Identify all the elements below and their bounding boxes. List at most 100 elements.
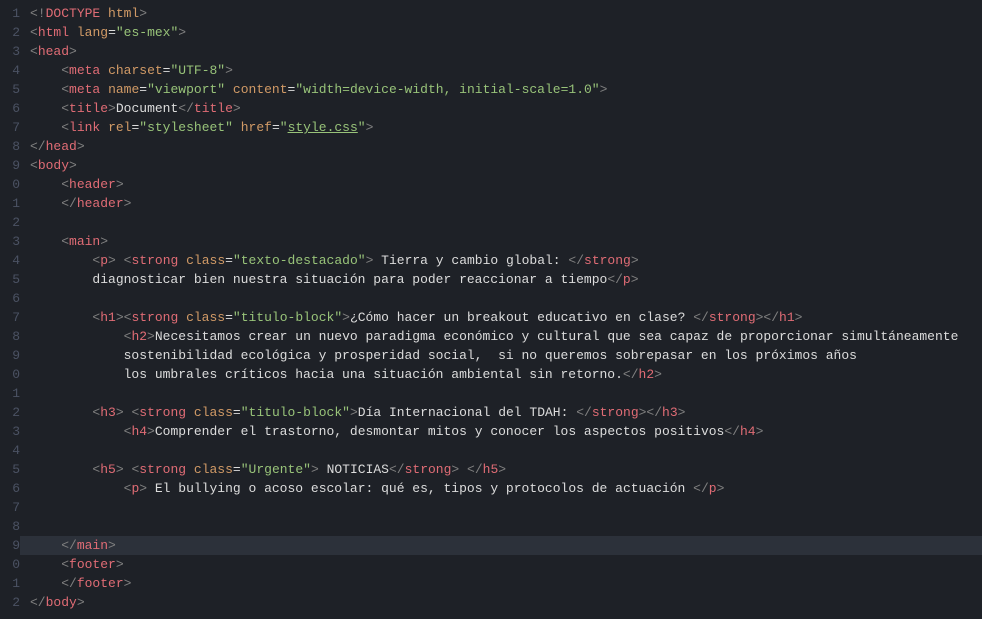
token: </ <box>61 538 77 553</box>
token: > <box>77 139 85 154</box>
code-line[interactable] <box>30 213 982 232</box>
token: >< <box>116 310 132 325</box>
code-line[interactable]: <meta charset="UTF-8"> <box>30 61 982 80</box>
code-line[interactable] <box>30 498 982 517</box>
code-line[interactable]: <header> <box>30 175 982 194</box>
line-number: 1 <box>0 384 20 403</box>
code-line[interactable]: <h3> <strong class="titulo-block">Día In… <box>30 403 982 422</box>
token: title <box>194 101 233 116</box>
token: h1 <box>100 310 116 325</box>
code-line[interactable] <box>30 289 982 308</box>
code-line[interactable] <box>30 384 982 403</box>
line-number: 0 <box>0 365 20 384</box>
code-line[interactable]: <h5> <strong class="Urgente"> NOTICIAS</… <box>30 460 982 479</box>
token: class <box>186 310 225 325</box>
token: strong <box>584 253 631 268</box>
line-number: 6 <box>0 479 20 498</box>
code-line[interactable]: <p> El bullying o acoso escolar: qué es,… <box>30 479 982 498</box>
code-line[interactable]: <title>Document</title> <box>30 99 982 118</box>
code-line[interactable]: diagnosticar bien nuestra situación para… <box>30 270 982 289</box>
line-number: 0 <box>0 175 20 194</box>
code-line[interactable]: <body> <box>30 156 982 175</box>
token: > <box>124 196 132 211</box>
token: > <box>342 310 350 325</box>
token: > <box>139 6 147 21</box>
token: header <box>77 196 124 211</box>
token: diagnosticar bien nuestra situación para… <box>92 272 607 287</box>
token: p <box>623 272 631 287</box>
code-area[interactable]: <!DOCTYPE html><html lang="es-mex"><head… <box>30 0 982 619</box>
code-line[interactable] <box>30 441 982 460</box>
token: > <box>77 595 85 610</box>
code-line[interactable]: <link rel="stylesheet" href="style.css"> <box>30 118 982 137</box>
token: > <box>756 424 764 439</box>
code-line[interactable]: </head> <box>30 137 982 156</box>
token: style.css <box>288 120 358 135</box>
token <box>186 462 194 477</box>
token: "es-mex" <box>116 25 178 40</box>
token <box>186 405 194 420</box>
token: > <box>116 557 124 572</box>
token: meta <box>69 63 100 78</box>
token: footer <box>69 557 116 572</box>
code-line[interactable]: <meta name="viewport" content="width=dev… <box>30 80 982 99</box>
line-number: 0 <box>0 555 20 574</box>
token: = <box>225 253 233 268</box>
line-number: 2 <box>0 213 20 232</box>
token: < <box>61 120 69 135</box>
code-line[interactable]: </body> <box>30 593 982 612</box>
code-line[interactable]: <head> <box>30 42 982 61</box>
code-line[interactable]: <h2>Necesitamos crear un nuevo paradigma… <box>30 327 982 346</box>
code-line[interactable]: <main> <box>30 232 982 251</box>
token: </ <box>61 196 77 211</box>
token: h5 <box>483 462 499 477</box>
token: "titulo-block" <box>241 405 350 420</box>
line-number: 1 <box>0 194 20 213</box>
token: < <box>30 158 38 173</box>
line-number: 8 <box>0 137 20 156</box>
token: = <box>233 405 241 420</box>
token: > <box>717 481 725 496</box>
code-editor[interactable]: 12345678901234567890123456789012 <!DOCTY… <box>0 0 982 619</box>
code-line[interactable]: los umbrales críticos hacia una situació… <box>30 365 982 384</box>
token: strong <box>405 462 452 477</box>
token: "titulo-block" <box>233 310 342 325</box>
token <box>225 82 233 97</box>
code-line[interactable]: <p> <strong class="texto-destacado"> Tie… <box>30 251 982 270</box>
token <box>116 253 124 268</box>
token: > <box>600 82 608 97</box>
code-line[interactable]: </main> <box>20 536 982 555</box>
token: < <box>61 234 69 249</box>
code-line[interactable]: sostenibilidad ecológica y prosperidad s… <box>30 346 982 365</box>
token: > <box>178 25 186 40</box>
token: = <box>108 25 116 40</box>
token: rel <box>108 120 131 135</box>
token: strong <box>709 310 756 325</box>
token: strong <box>131 310 178 325</box>
code-line[interactable] <box>30 517 982 536</box>
code-line[interactable]: <h4>Comprender el trastorno, desmontar m… <box>30 422 982 441</box>
token: h4 <box>740 424 756 439</box>
token: </ <box>623 367 639 382</box>
line-number: 8 <box>0 327 20 346</box>
code-line[interactable]: <footer> <box>30 555 982 574</box>
token: charset <box>108 63 163 78</box>
token: > <box>139 481 147 496</box>
code-line[interactable]: </footer> <box>30 574 982 593</box>
line-number: 7 <box>0 498 20 517</box>
token <box>100 120 108 135</box>
token: </ <box>61 576 77 591</box>
token: > <box>233 101 241 116</box>
token: strong <box>131 253 178 268</box>
token: h3 <box>100 405 116 420</box>
code-line[interactable]: </header> <box>30 194 982 213</box>
token: > <box>147 424 155 439</box>
line-number: 1 <box>0 574 20 593</box>
code-line[interactable]: <h1><strong class="titulo-block">¿Cómo h… <box>30 308 982 327</box>
token: lang <box>77 25 108 40</box>
code-line[interactable]: <html lang="es-mex"> <box>30 23 982 42</box>
code-line[interactable]: <!DOCTYPE html> <box>30 4 982 23</box>
token: name <box>108 82 139 97</box>
token: strong <box>139 405 186 420</box>
token: h1 <box>779 310 795 325</box>
